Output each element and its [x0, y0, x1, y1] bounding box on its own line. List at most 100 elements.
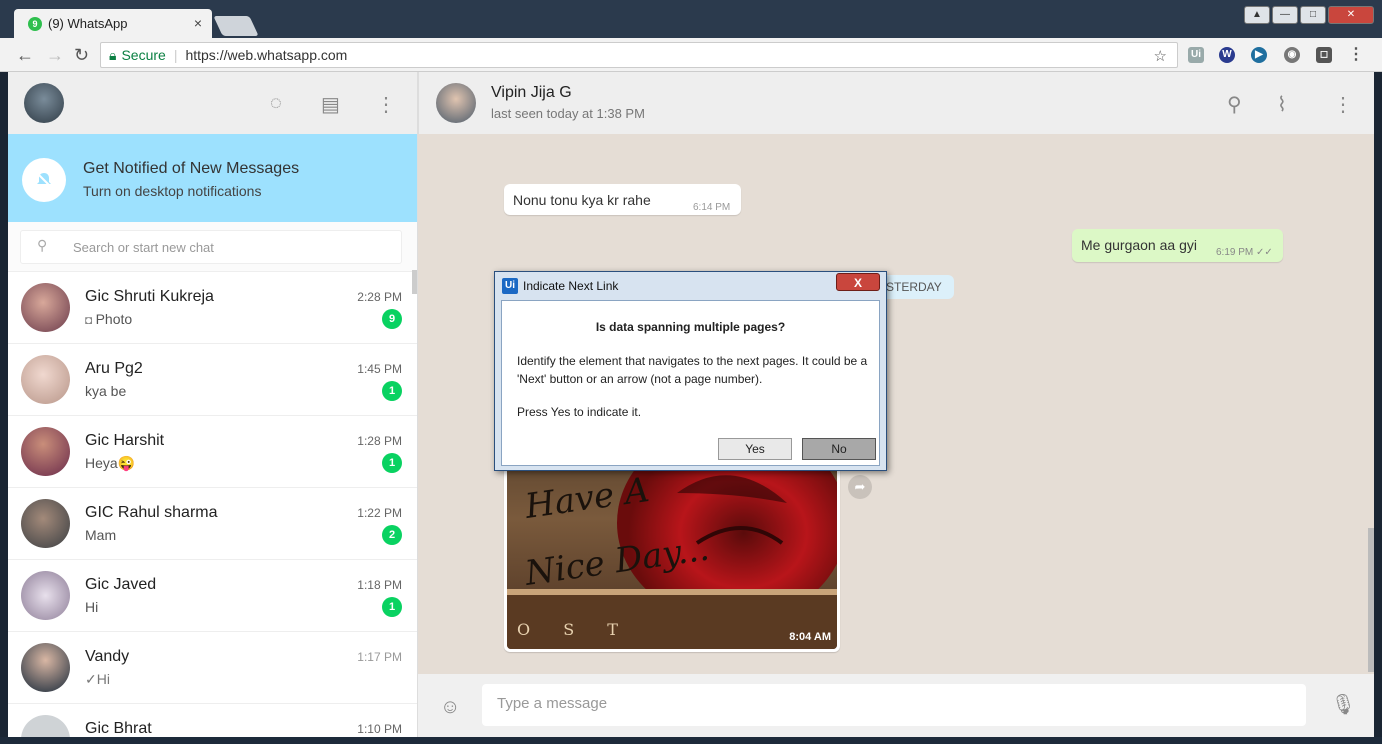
minimize-icon[interactable]: —: [1272, 6, 1298, 24]
chat-name: Vandy: [85, 648, 130, 665]
dialog-instruction: Press Yes to indicate it.: [517, 405, 642, 419]
chat-time: 1:17 PM: [357, 650, 402, 664]
notification-subtitle[interactable]: Turn on desktop notifications: [83, 183, 261, 199]
window-controls: ▲ — □ ✕: [1244, 6, 1374, 24]
search-icon[interactable]: ⚲: [1227, 92, 1242, 117]
forward-icon[interactable]: ➦: [848, 475, 872, 499]
contact-last-seen: last seen today at 1:38 PM: [491, 106, 645, 121]
sidebar-header: ◌ ▤ ⋮: [8, 72, 417, 134]
search-area: ⚲ Search or start new chat: [8, 222, 417, 272]
chat-time: 1:18 PM: [357, 578, 402, 592]
contact-avatar: [21, 283, 70, 332]
forward-arrow-icon[interactable]: →: [46, 45, 64, 66]
maximize-icon[interactable]: □: [1300, 6, 1326, 24]
paperclip-icon[interactable]: ⌇: [1277, 92, 1287, 117]
microphone-icon[interactable]: 🎙︎: [1331, 692, 1356, 717]
back-arrow-icon[interactable]: ←: [16, 45, 34, 66]
message-text: Me gurgaon aa gyi: [1081, 237, 1197, 253]
puzzle-extension-icon[interactable]: ◻: [1316, 47, 1332, 63]
dialog-close-button[interactable]: X: [836, 273, 880, 291]
status-icon[interactable]: ◌: [270, 92, 282, 115]
conversation-scrollbar[interactable]: [1368, 528, 1374, 672]
bookmark-star-icon[interactable]: ☆: [1154, 47, 1167, 65]
window-close-icon[interactable]: ✕: [1328, 6, 1374, 24]
browser-titlebar: 9 (9) WhatsApp × ▲ — □ ✕: [0, 0, 1382, 38]
unread-badge: 9: [382, 309, 402, 329]
my-avatar[interactable]: [24, 83, 64, 123]
chat-name: Gic Harshit: [85, 432, 165, 449]
chat-name: Gic Shruti Kukreja: [85, 288, 214, 305]
tab-close-icon[interactable]: ×: [194, 15, 202, 31]
user-icon[interactable]: ▲: [1244, 6, 1270, 24]
address-bar: ← → ↻ 🔒︎ Secure | https://web.whatsapp.c…: [0, 38, 1382, 72]
whatsapp-favicon-icon: 9: [28, 16, 42, 31]
message-time: 6:19 PM ✓✓: [1216, 247, 1273, 258]
lock-icon: 🔒︎: [109, 46, 117, 63]
unread-badge: 2: [382, 525, 402, 545]
notification-banner[interactable]: Get Notified of New Messages Turn on des…: [8, 134, 417, 222]
chrome-menu-icon[interactable]: ⋮: [1348, 47, 1364, 63]
contact-avatar: [21, 355, 70, 404]
search-icon: ⚲: [37, 237, 48, 253]
unread-badge: 1: [382, 381, 402, 401]
image-time: 8:04 AM: [789, 631, 831, 643]
camera-icon: ◘: [85, 313, 96, 327]
contact-name: Vipin Jija G: [491, 84, 572, 101]
outgoing-message[interactable]: Me gurgaon aa gyi 6:19 PM ✓✓: [1072, 229, 1283, 262]
dialog-question: Is data spanning multiple pages?: [595, 320, 786, 334]
chat-list-item[interactable]: Gic Harshit Heya😜 1:28 PM 1: [8, 416, 417, 488]
dialog-title: Indicate Next Link: [523, 279, 619, 293]
camera-extension-icon[interactable]: ◉: [1284, 47, 1300, 63]
contact-header-avatar[interactable]: [436, 83, 476, 123]
chat-list-item[interactable]: Vandy ✓Hi 1:17 PM: [8, 632, 417, 704]
url-text: https://web.whatsapp.com: [185, 47, 348, 63]
reload-icon[interactable]: ↻: [74, 45, 89, 66]
chat-name: Aru Pg2: [85, 360, 143, 377]
dialog-titlebar[interactable]: Ui Indicate Next Link X: [495, 272, 886, 300]
chat-name: Gic Javed: [85, 576, 157, 593]
chat-time: 1:10 PM: [357, 722, 402, 736]
contact-avatar: [21, 499, 70, 548]
new-chat-icon[interactable]: ▤: [321, 92, 340, 117]
chat-time: 2:28 PM: [357, 290, 402, 304]
emoji-icon[interactable]: ☺: [440, 696, 460, 719]
sidebar: ◌ ▤ ⋮ Get Notified of New Messages Turn …: [8, 72, 418, 744]
chat-list: Gic Shruti Kukreja ◘ Photo 2:28 PM 9 Aru…: [8, 272, 417, 744]
menu-dots-icon[interactable]: ⋮: [1333, 92, 1353, 117]
wordpress-extension-icon[interactable]: W: [1219, 47, 1235, 63]
secure-label: Secure: [121, 47, 166, 63]
chat-list-item[interactable]: Gic Javed Hi 1:18 PM 1: [8, 560, 417, 632]
chat-list-item[interactable]: GIC Rahul sharma Mam 1:22 PM 2: [8, 488, 417, 560]
chat-name: Gic Bhrat: [85, 720, 152, 737]
chat-last-message: Hi: [85, 599, 99, 615]
chat-list-item[interactable]: Aru Pg2 kya be 1:45 PM 1: [8, 344, 417, 416]
browser-tab[interactable]: 9 (9) WhatsApp ×: [14, 9, 212, 38]
unread-badge: 1: [382, 597, 402, 617]
dialog-description: Identify the element that navigates to t…: [517, 354, 868, 386]
url-field[interactable]: 🔒︎ Secure | https://web.whatsapp.com ☆: [100, 42, 1178, 68]
bell-off-icon: [22, 158, 66, 202]
chat-name: GIC Rahul sharma: [85, 504, 218, 521]
url-separator: |: [173, 47, 178, 63]
notification-title: Get Notified of New Messages: [83, 160, 300, 177]
play-extension-icon[interactable]: ▶: [1251, 47, 1267, 63]
chat-list-item[interactable]: Gic Shruti Kukreja ◘ Photo 2:28 PM 9: [8, 272, 417, 344]
menu-dots-icon[interactable]: ⋮: [376, 92, 396, 117]
contact-avatar: [21, 571, 70, 620]
search-input[interactable]: ⚲ Search or start new chat: [20, 230, 402, 264]
no-button[interactable]: No: [802, 438, 876, 460]
new-tab-button[interactable]: [213, 16, 259, 36]
incoming-message[interactable]: Nonu tonu kya kr rahe 6:14 PM: [504, 184, 741, 215]
dialog-body: Is data spanning multiple pages? Identif…: [501, 300, 880, 466]
message-composer: ☺ Type a message 🎙︎: [418, 674, 1374, 744]
uipath-extension-icon[interactable]: Ui: [1188, 47, 1204, 63]
yes-button[interactable]: Yes: [718, 438, 792, 460]
message-input[interactable]: Type a message: [482, 684, 1306, 726]
chat-last-message: ✓Hi: [85, 671, 110, 687]
unread-badge: 1: [382, 453, 402, 473]
indicate-next-link-dialog: Ui Indicate Next Link X Is data spanning…: [494, 271, 887, 471]
conversation-header[interactable]: Vipin Jija G last seen today at 1:38 PM …: [418, 72, 1374, 134]
tab-title: (9) WhatsApp: [48, 16, 128, 31]
chat-last-message: Mam: [85, 527, 117, 543]
message-text: Nonu tonu kya kr rahe: [513, 192, 651, 208]
